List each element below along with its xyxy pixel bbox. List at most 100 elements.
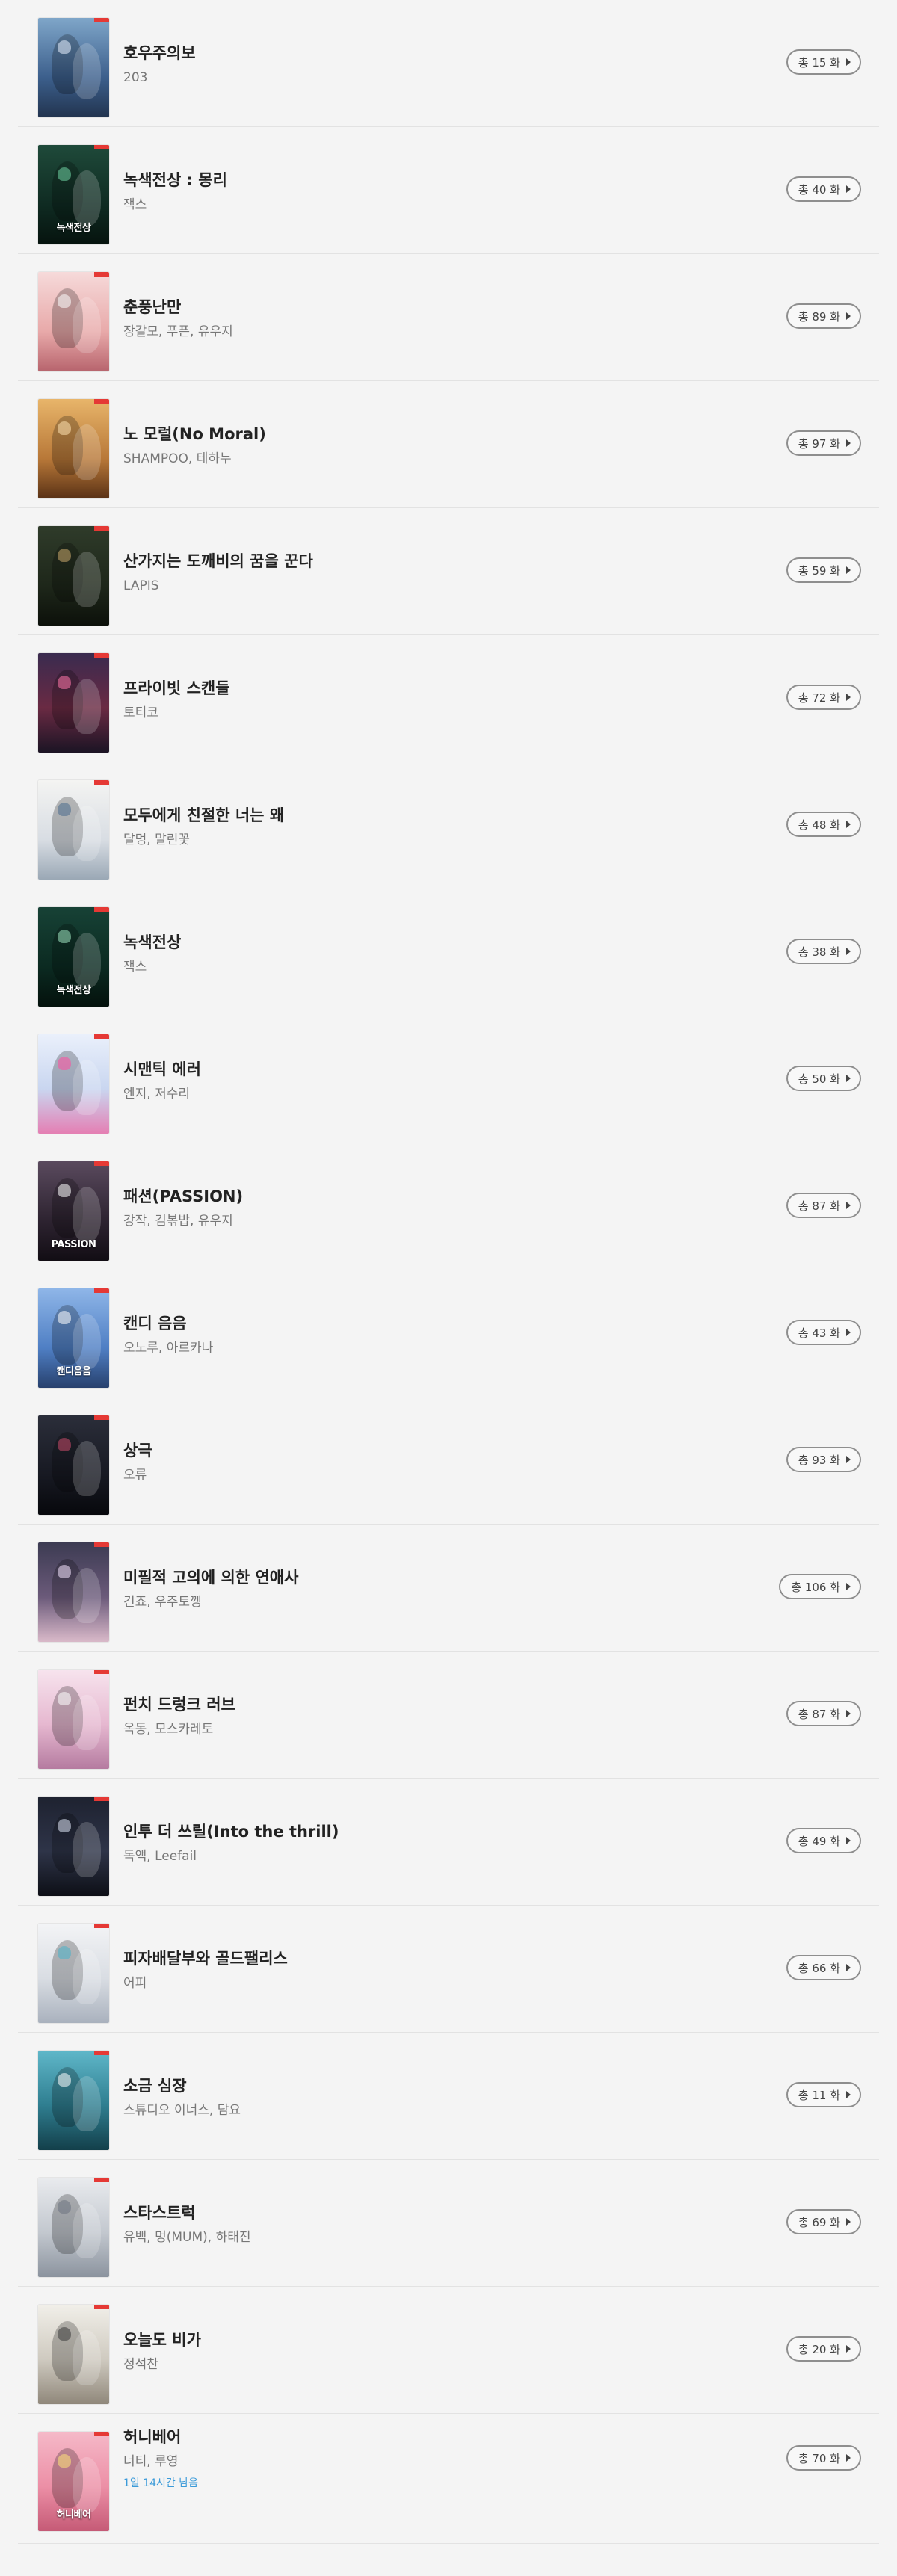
list-item[interactable]: 소금 심장 스튜디오 이너스, 담요 총 11 화 bbox=[18, 2033, 879, 2160]
episode-count-button[interactable]: 총 15 화 bbox=[786, 49, 861, 75]
item-title[interactable]: 소금 심장 bbox=[123, 2076, 774, 2095]
episode-count-button[interactable]: 총 48 화 bbox=[786, 812, 861, 837]
cover-thumbnail[interactable]: 녹색전상 bbox=[38, 907, 109, 1007]
item-title[interactable]: 호우주의보 bbox=[123, 43, 774, 63]
item-title[interactable]: 프라이빗 스캔들 bbox=[123, 679, 774, 698]
item-title[interactable]: 스타스트럭 bbox=[123, 2203, 774, 2223]
list-item[interactable]: 호우주의보 203 총 15 화 bbox=[18, 0, 879, 127]
list-item[interactable]: 노 모럴(No Moral) SHAMPOO, 테하누 총 97 화 bbox=[18, 381, 879, 508]
episode-count-label: 총 93 화 bbox=[798, 1453, 840, 1467]
item-title[interactable]: 산가지는 도깨비의 꿈을 꾼다 bbox=[123, 552, 774, 571]
chevron-right-icon bbox=[846, 821, 851, 828]
cover-corner-badge bbox=[94, 272, 109, 277]
item-title[interactable]: 시맨틱 에러 bbox=[123, 1060, 774, 1079]
cover-thumbnail[interactable] bbox=[38, 780, 109, 880]
list-item[interactable]: 시맨틱 에러 엔지, 저수리 총 50 화 bbox=[18, 1016, 879, 1143]
cover-figure bbox=[73, 2203, 101, 2258]
cover-thumbnail[interactable] bbox=[38, 1670, 109, 1769]
list-item[interactable]: 스타스트럭유백, 멍(MUM), 하태진 총 69 화 bbox=[18, 2160, 879, 2287]
cover-logo-text: 캔디음음 bbox=[56, 1366, 91, 1377]
cover-corner-badge bbox=[94, 1288, 109, 1293]
item-author: SHAMPOO, 테하누 bbox=[123, 451, 232, 466]
episode-count-button[interactable]: 총 66 화 bbox=[786, 1955, 861, 1980]
episode-count-button[interactable]: 총 50 화 bbox=[786, 1066, 861, 1091]
item-author: 오노루, 아르카나 bbox=[123, 1341, 214, 1356]
item-title[interactable]: 피자배달부와 골드팰리스 bbox=[123, 1949, 774, 1968]
list-item[interactable]: 미필적 고의에 의한 연애사 긴죠, 우주토껭 총 106 화 bbox=[18, 1525, 879, 1652]
list-item[interactable]: 녹색전상 녹색전상 : 몽리 잭스 총 40 화 bbox=[18, 127, 879, 254]
chevron-right-icon bbox=[846, 1202, 851, 1209]
list-item[interactable]: 캔디음음 캔디 음음오노루, 아르카나 총 43 화 bbox=[18, 1270, 879, 1397]
item-title[interactable]: 모두에게 친절한 너는 왜 bbox=[123, 806, 774, 825]
list-item[interactable]: PASSION 패션(PASSION) 강작, 김볶밥, 유우지 총 87 화 bbox=[18, 1143, 879, 1270]
list-item[interactable]: 오늘도 비가 정석찬 총 20 화 bbox=[18, 2287, 879, 2414]
list-item[interactable]: 녹색전상 녹색전상 잭스 총 38 화 bbox=[18, 889, 879, 1016]
episode-count-button[interactable]: 총 93 화 bbox=[786, 1447, 861, 1472]
episode-count-button[interactable]: 총 89 화 bbox=[786, 303, 861, 329]
episode-count-button[interactable]: 총 11 화 bbox=[786, 2082, 861, 2107]
item-title[interactable]: 펀치 드렁크 러브 bbox=[123, 1695, 774, 1714]
list-item[interactable]: 상극 오류 총 93 화 bbox=[18, 1397, 879, 1525]
list-item[interactable]: 허니베어 허니베어 너티, 루영 1일 14시간 남음 총 70 화 bbox=[18, 2414, 879, 2544]
cover-thumbnail[interactable] bbox=[38, 1924, 109, 2023]
list-item[interactable]: 인투 더 쓰릴(Into the thrill) 독액, Leefail 총 49 … bbox=[18, 1779, 879, 1906]
cover-thumbnail[interactable]: 허니베어 bbox=[38, 2432, 109, 2531]
cover-accent bbox=[58, 294, 71, 308]
item-title[interactable]: 인투 더 쓰릴(Into the thrill) bbox=[123, 1822, 774, 1841]
episode-count-button[interactable]: 총 87 화 bbox=[786, 1193, 861, 1218]
chevron-right-icon bbox=[846, 2218, 851, 2226]
cover-thumbnail[interactable] bbox=[38, 2305, 109, 2404]
episode-count-button[interactable]: 총 87 화 bbox=[786, 1701, 861, 1726]
list-item[interactable]: 산가지는 도깨비의 꿈을 꾼다 LAPIS 총 59 화 bbox=[18, 508, 879, 635]
episode-count-button[interactable]: 총 70 화 bbox=[786, 2445, 861, 2471]
item-title[interactable]: 녹색전상 bbox=[123, 933, 774, 952]
cover-figure bbox=[73, 2330, 101, 2385]
cover-thumbnail[interactable] bbox=[38, 18, 109, 117]
chevron-right-icon bbox=[846, 1329, 851, 1336]
item-author: 달멍, 말린꽃 bbox=[123, 833, 191, 847]
item-title[interactable]: 허니베어 bbox=[123, 2427, 774, 2447]
item-title[interactable]: 춘풍난만 bbox=[123, 297, 774, 317]
episode-count-button[interactable]: 총 38 화 bbox=[786, 939, 861, 964]
cover-thumbnail[interactable] bbox=[38, 526, 109, 626]
item-title[interactable]: 패션(PASSION) bbox=[123, 1187, 774, 1206]
cover-thumbnail[interactable]: 녹색전상 bbox=[38, 145, 109, 244]
episode-count-button[interactable]: 총 49 화 bbox=[786, 1828, 861, 1853]
cover-thumbnail[interactable] bbox=[38, 2051, 109, 2150]
episode-count-button[interactable]: 총 43 화 bbox=[786, 1320, 861, 1345]
episode-count-button[interactable]: 총 106 화 bbox=[779, 1574, 861, 1599]
episode-count-button[interactable]: 총 20 화 bbox=[786, 2336, 861, 2362]
cover-thumbnail[interactable] bbox=[38, 1797, 109, 1896]
cover-thumbnail[interactable] bbox=[38, 272, 109, 371]
item-title[interactable]: 미필적 고의에 의한 연애사 bbox=[123, 1568, 774, 1587]
list-item[interactable]: 춘풍난만 장갈모, 푸픈, 유우지 총 89 화 bbox=[18, 254, 879, 381]
list-item[interactable]: 펀치 드렁크 러브 옥동, 모스카레토 총 87 화 bbox=[18, 1652, 879, 1779]
episode-count-button[interactable]: 총 69 화 bbox=[786, 2209, 861, 2234]
item-title[interactable]: 노 모럴(No Moral) bbox=[123, 424, 774, 444]
item-author: LAPIS bbox=[123, 578, 159, 593]
cover-figure bbox=[73, 679, 101, 734]
cover-thumbnail[interactable]: PASSION bbox=[38, 1161, 109, 1261]
episode-count-button[interactable]: 총 72 화 bbox=[786, 685, 861, 710]
episode-count-button[interactable]: 총 97 화 bbox=[786, 430, 861, 456]
cover-thumbnail[interactable] bbox=[38, 2178, 109, 2277]
list-item[interactable]: 피자배달부와 골드팰리스 어피 총 66 화 bbox=[18, 1906, 879, 2033]
episode-count-button[interactable]: 총 40 화 bbox=[786, 176, 861, 202]
item-title[interactable]: 녹색전상 : 몽리 bbox=[123, 170, 774, 190]
cover-thumbnail[interactable] bbox=[38, 653, 109, 753]
cover-accent bbox=[58, 676, 71, 689]
cover-figure bbox=[73, 170, 101, 226]
list-item[interactable]: 모두에게 친절한 너는 왜달멍, 말린꽃 총 48 화 bbox=[18, 762, 879, 889]
item-title[interactable]: 상극 bbox=[123, 1441, 774, 1460]
list-item[interactable]: 프라이빗 스캔들 토티코 총 72 화 bbox=[18, 635, 879, 762]
cover-thumbnail[interactable] bbox=[38, 1034, 109, 1134]
cover-thumbnail[interactable] bbox=[38, 1415, 109, 1515]
item-title[interactable]: 오늘도 비가 bbox=[123, 2330, 774, 2350]
item-title[interactable]: 캔디 음음 bbox=[123, 1314, 774, 1333]
cover-thumbnail[interactable] bbox=[38, 399, 109, 498]
cover-thumbnail[interactable] bbox=[38, 1542, 109, 1642]
cover-accent bbox=[58, 1565, 71, 1578]
item-author: 유백, 멍(MUM), 하태진 bbox=[123, 2230, 251, 2245]
episode-count-button[interactable]: 총 59 화 bbox=[786, 557, 861, 583]
cover-thumbnail[interactable]: 캔디음음 bbox=[38, 1288, 109, 1388]
